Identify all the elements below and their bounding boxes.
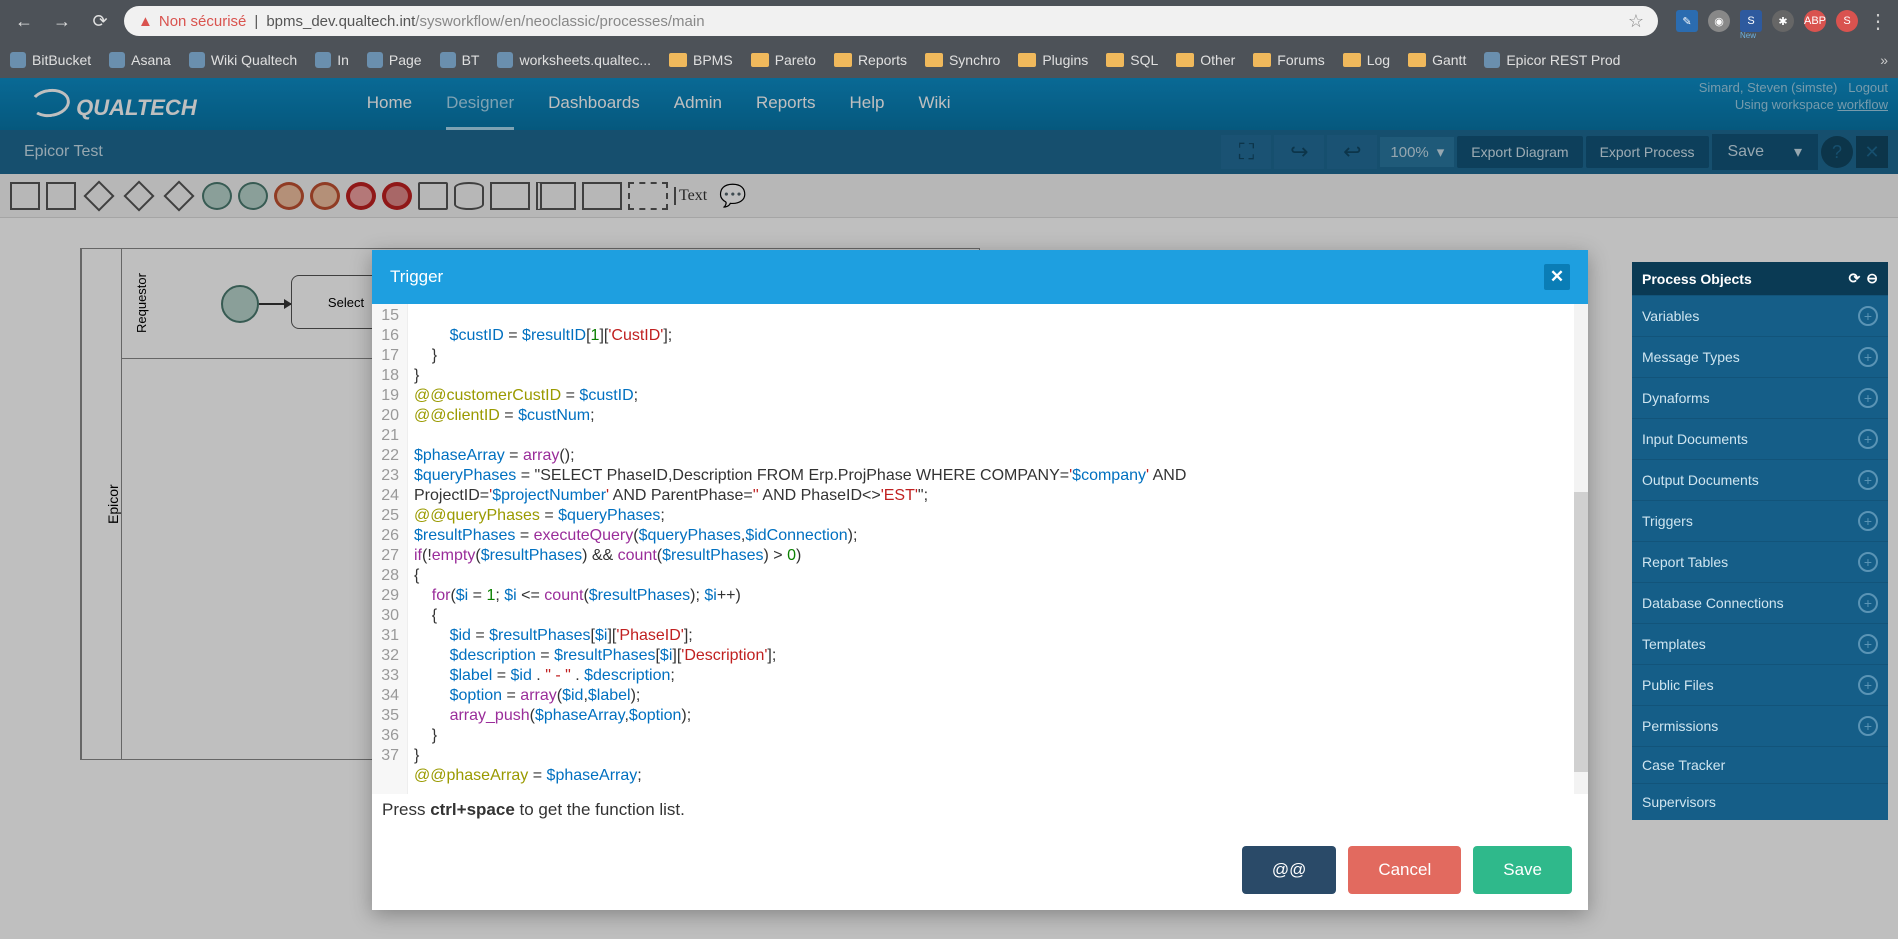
add-icon[interactable]: + bbox=[1858, 716, 1878, 736]
bookmark-item[interactable]: Gantt bbox=[1408, 52, 1466, 68]
process-object-database-connections[interactable]: Database Connections+ bbox=[1632, 582, 1888, 623]
bookmark-item[interactable]: Pareto bbox=[751, 52, 816, 68]
extensions: ✎ ◉ SNew ✱ ABP S ⋮ bbox=[1676, 9, 1888, 34]
bookmark-item[interactable]: Asana bbox=[109, 52, 171, 68]
bookmark-item[interactable]: worksheets.qualtec... bbox=[497, 52, 651, 68]
bookmark-item[interactable]: Forums bbox=[1253, 52, 1324, 68]
process-object-dynaforms[interactable]: Dynaforms+ bbox=[1632, 377, 1888, 418]
bookmark-item[interactable]: BT bbox=[440, 52, 480, 68]
bookmark-item[interactable]: Wiki Qualtech bbox=[189, 52, 297, 68]
process-object-supervisors[interactable]: Supervisors bbox=[1632, 783, 1888, 820]
bookmark-item[interactable]: SQL bbox=[1106, 52, 1158, 68]
bookmark-item[interactable]: BPMS bbox=[669, 52, 733, 68]
bookmark-item[interactable]: In bbox=[315, 52, 349, 68]
add-icon[interactable]: + bbox=[1858, 306, 1878, 326]
process-objects-panel: Process Objects ⟳ ⊖ Variables+Message Ty… bbox=[1632, 262, 1888, 820]
process-object-permissions[interactable]: Permissions+ bbox=[1632, 705, 1888, 746]
bookmarks-bar: BitBucket Asana Wiki Qualtech In Page BT works… bbox=[0, 42, 1898, 78]
bookmark-item[interactable]: BitBucket bbox=[10, 52, 91, 68]
bookmark-item[interactable]: Plugins bbox=[1018, 52, 1088, 68]
address-bar[interactable]: ▲ Non sécurisé | bpms_dev.qualtech.int/s… bbox=[124, 6, 1658, 36]
refresh-icon[interactable]: ⟳ bbox=[1849, 270, 1861, 287]
add-icon[interactable]: + bbox=[1858, 675, 1878, 695]
bookmark-item[interactable]: Page bbox=[367, 52, 422, 68]
editor-hint: Press ctrl+space to get the function lis… bbox=[372, 794, 1588, 830]
process-object-case-tracker[interactable]: Case Tracker bbox=[1632, 746, 1888, 783]
process-object-variables[interactable]: Variables+ bbox=[1632, 295, 1888, 336]
bookmark-item[interactable]: Epicor REST Prod bbox=[1484, 52, 1620, 68]
add-icon[interactable]: + bbox=[1858, 552, 1878, 572]
process-object-report-tables[interactable]: Report Tables+ bbox=[1632, 541, 1888, 582]
extension-icon[interactable]: SNew bbox=[1740, 10, 1762, 32]
trigger-modal: Trigger ✕ 15 16 17 18 19 20 21 22 23 24 … bbox=[372, 250, 1588, 910]
save-button[interactable]: Save bbox=[1473, 846, 1572, 894]
add-icon[interactable]: + bbox=[1858, 347, 1878, 367]
back-icon[interactable]: ← bbox=[10, 11, 38, 32]
process-object-output-documents[interactable]: Output Documents+ bbox=[1632, 459, 1888, 500]
add-icon[interactable]: + bbox=[1858, 470, 1878, 490]
add-icon[interactable]: + bbox=[1858, 388, 1878, 408]
process-object-public-files[interactable]: Public Files+ bbox=[1632, 664, 1888, 705]
add-icon[interactable]: + bbox=[1858, 511, 1878, 531]
extension-icon[interactable]: ◉ bbox=[1708, 10, 1730, 32]
extension-icon[interactable]: ✱ bbox=[1772, 10, 1794, 32]
process-object-templates[interactable]: Templates+ bbox=[1632, 623, 1888, 664]
modal-close-icon[interactable]: ✕ bbox=[1544, 264, 1570, 290]
menu-icon[interactable]: ⋮ bbox=[1868, 9, 1888, 34]
security-warning: ▲ Non sécurisé bbox=[138, 13, 246, 30]
collapse-icon[interactable]: ⊖ bbox=[1866, 270, 1878, 287]
process-object-input-documents[interactable]: Input Documents+ bbox=[1632, 418, 1888, 459]
extension-icon[interactable]: ABP bbox=[1804, 10, 1826, 32]
editor-content[interactable]: $custID = $resultID[1]['CustID']; } } @@… bbox=[408, 304, 1588, 794]
scrollbar-thumb[interactable] bbox=[1574, 492, 1588, 772]
code-editor[interactable]: 15 16 17 18 19 20 21 22 23 24 25 26 27 2… bbox=[372, 304, 1588, 794]
at-vars-button[interactable]: @@ bbox=[1242, 846, 1337, 894]
bookmark-item[interactable]: Synchro bbox=[925, 52, 1000, 68]
bookmarks-overflow-icon[interactable]: » bbox=[1880, 52, 1888, 68]
cancel-button[interactable]: Cancel bbox=[1348, 846, 1461, 894]
bookmark-star-icon[interactable]: ☆ bbox=[1628, 11, 1644, 32]
bookmark-item[interactable]: Log bbox=[1343, 52, 1390, 68]
modal-footer: @@ Cancel Save bbox=[372, 830, 1588, 910]
bookmark-item[interactable]: Other bbox=[1176, 52, 1235, 68]
modal-title: Trigger bbox=[390, 267, 443, 287]
profile-icon[interactable]: S bbox=[1836, 10, 1858, 32]
process-object-message-types[interactable]: Message Types+ bbox=[1632, 336, 1888, 377]
process-objects-header: Process Objects ⟳ ⊖ bbox=[1632, 262, 1888, 295]
browser-toolbar: ← → ⟳ ▲ Non sécurisé | bpms_dev.qualtech… bbox=[0, 0, 1898, 42]
add-icon[interactable]: + bbox=[1858, 634, 1878, 654]
add-icon[interactable]: + bbox=[1858, 593, 1878, 613]
reload-icon[interactable]: ⟳ bbox=[86, 11, 114, 32]
forward-icon[interactable]: → bbox=[48, 11, 76, 32]
process-object-triggers[interactable]: Triggers+ bbox=[1632, 500, 1888, 541]
add-icon[interactable]: + bbox=[1858, 429, 1878, 449]
url-text: bpms_dev.qualtech.int/sysworkflow/en/neo… bbox=[266, 13, 704, 30]
extension-icon[interactable]: ✎ bbox=[1676, 10, 1698, 32]
bookmark-item[interactable]: Reports bbox=[834, 52, 907, 68]
modal-header: Trigger ✕ bbox=[372, 250, 1588, 304]
editor-gutter: 15 16 17 18 19 20 21 22 23 24 25 26 27 2… bbox=[372, 304, 408, 794]
